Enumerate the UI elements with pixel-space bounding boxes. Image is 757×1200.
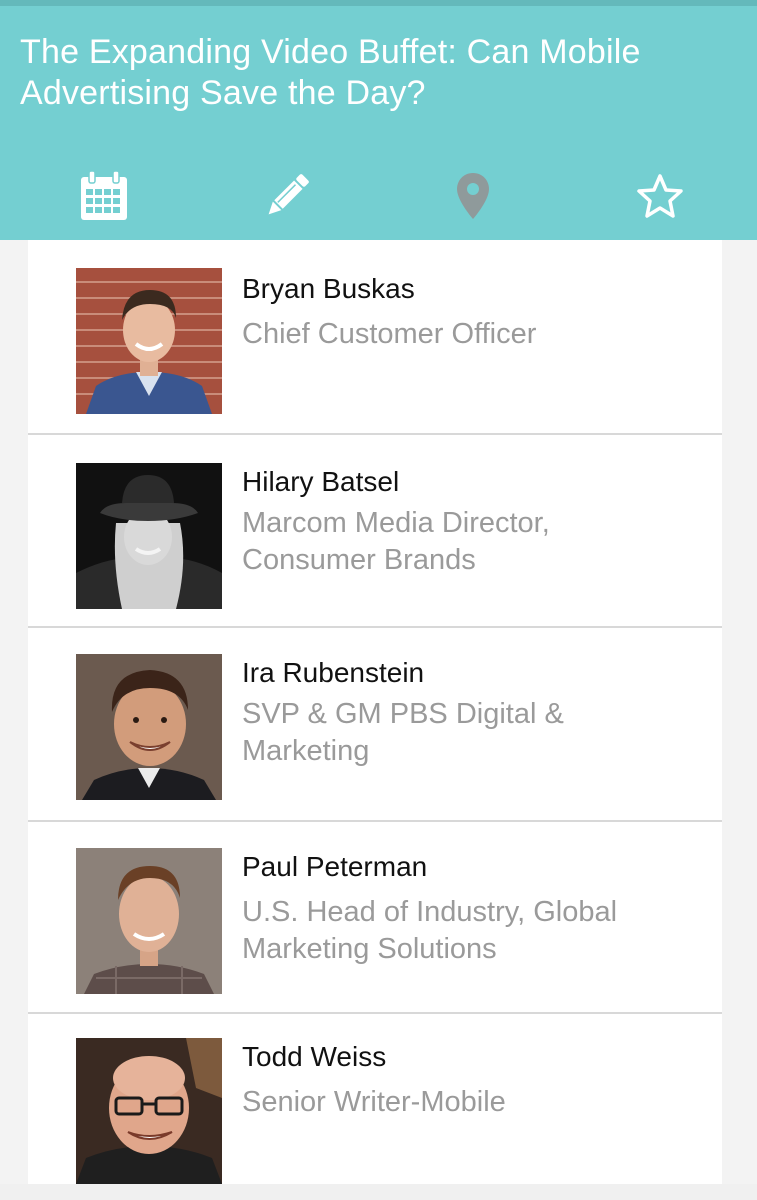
app-screen: The Expanding Video Buffet: Can Mobile A… bbox=[0, 0, 757, 1200]
speaker-photo bbox=[76, 848, 222, 994]
star-icon bbox=[637, 174, 683, 218]
session-title: The Expanding Video Buffet: Can Mobile A… bbox=[20, 33, 641, 112]
session-tab-bar bbox=[0, 166, 757, 226]
speaker-row[interactable]: Bryan Buskas Chief Customer Officer bbox=[28, 240, 722, 435]
tab-favorite[interactable] bbox=[630, 166, 690, 226]
speaker-name: Bryan Buskas bbox=[242, 273, 415, 304]
speaker-name: Ira Rubenstein bbox=[242, 657, 425, 688]
speaker-row[interactable]: Paul Peterman U.S. Head of Industry, Glo… bbox=[28, 822, 722, 1014]
speaker-photo bbox=[76, 268, 222, 414]
calendar-icon bbox=[81, 170, 127, 220]
tab-schedule[interactable] bbox=[74, 166, 134, 226]
speaker-role: Senior Writer-Mobile bbox=[242, 1086, 506, 1118]
speaker-role: U.S. Head of Industry, Global Marketing … bbox=[242, 896, 618, 965]
left-gutter bbox=[0, 240, 28, 1200]
speaker-row[interactable]: Todd Weiss Senior Writer-Mobile bbox=[28, 1014, 722, 1184]
speaker-list: Bryan Buskas Chief Customer Officer Hila… bbox=[28, 240, 722, 1184]
speaker-avatar bbox=[76, 1038, 222, 1184]
tab-location[interactable] bbox=[443, 166, 503, 226]
speaker-photo bbox=[76, 463, 222, 609]
speaker-avatar bbox=[76, 848, 222, 994]
speaker-name: Todd Weiss bbox=[242, 1041, 387, 1072]
speaker-role: Marcom Media Director, Consumer Brands bbox=[242, 507, 550, 576]
speaker-role: SVP & GM PBS Digital & Marketing bbox=[242, 698, 564, 767]
bottom-strip bbox=[0, 1184, 757, 1200]
map-pin-icon bbox=[457, 173, 489, 219]
tab-notes[interactable] bbox=[257, 166, 317, 226]
right-gutter bbox=[722, 240, 757, 1200]
speaker-photo bbox=[76, 1038, 222, 1184]
speaker-name: Paul Peterman bbox=[242, 851, 428, 882]
speaker-avatar bbox=[76, 268, 222, 414]
speaker-role: Chief Customer Officer bbox=[242, 318, 537, 350]
speaker-name: Hilary Batsel bbox=[242, 466, 400, 497]
speaker-avatar bbox=[76, 654, 222, 800]
speaker-row[interactable]: Hilary Batsel Marcom Media Director, Con… bbox=[28, 435, 722, 628]
session-header: The Expanding Video Buffet: Can Mobile A… bbox=[0, 0, 757, 240]
speaker-row[interactable]: Ira Rubenstein SVP & GM PBS Digital & Ma… bbox=[28, 628, 722, 822]
speaker-avatar bbox=[76, 463, 222, 609]
pencil-icon bbox=[268, 174, 309, 215]
speaker-photo bbox=[76, 654, 222, 800]
